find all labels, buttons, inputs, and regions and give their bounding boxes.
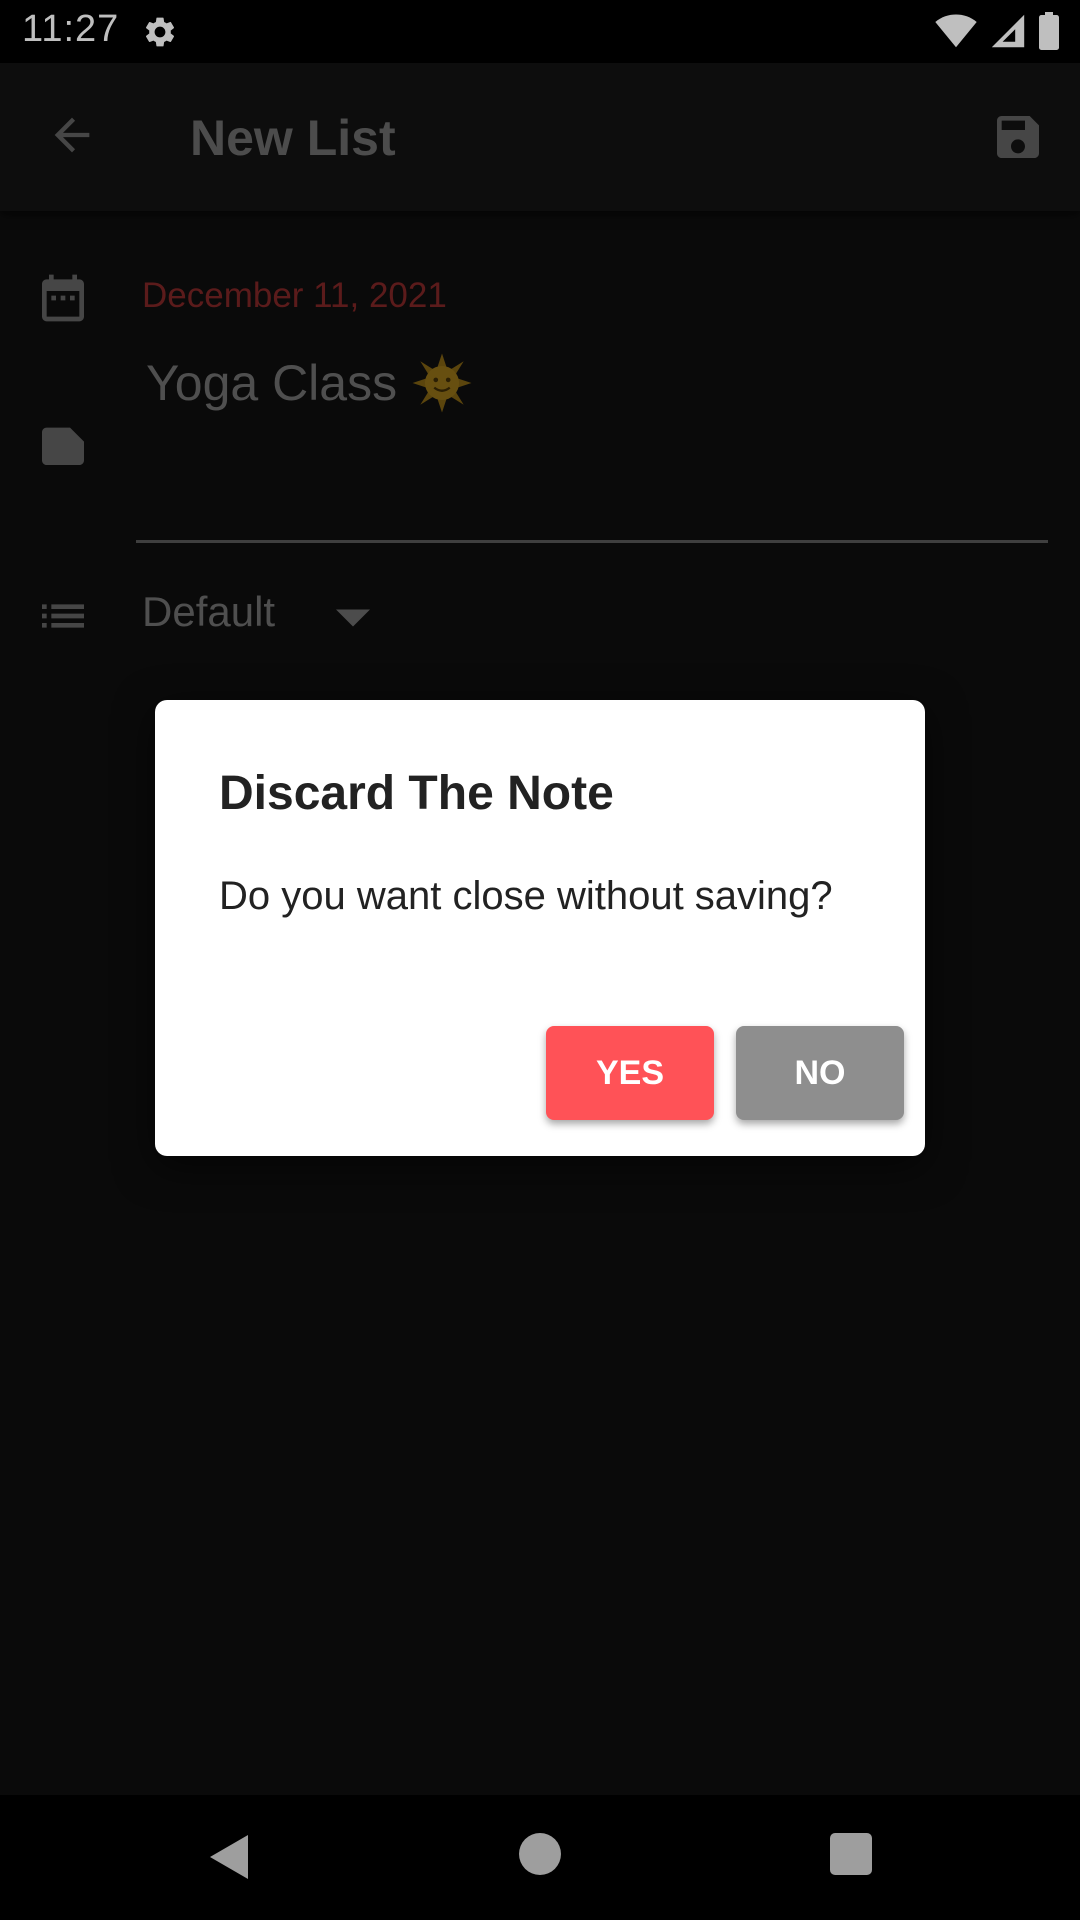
dialog-message: Do you want close without saving? xyxy=(219,874,833,918)
yes-button[interactable]: YES xyxy=(546,1026,714,1120)
nav-home-icon[interactable] xyxy=(519,1833,561,1875)
nav-back-icon[interactable] xyxy=(204,1831,256,1883)
nav-recents-icon[interactable] xyxy=(830,1833,872,1875)
navigation-bar xyxy=(0,1795,1080,1920)
dialog-title: Discard The Note xyxy=(219,767,614,820)
discard-dialog: Discard The Note Do you want close witho… xyxy=(155,700,925,1156)
no-button[interactable]: NO xyxy=(736,1026,904,1120)
